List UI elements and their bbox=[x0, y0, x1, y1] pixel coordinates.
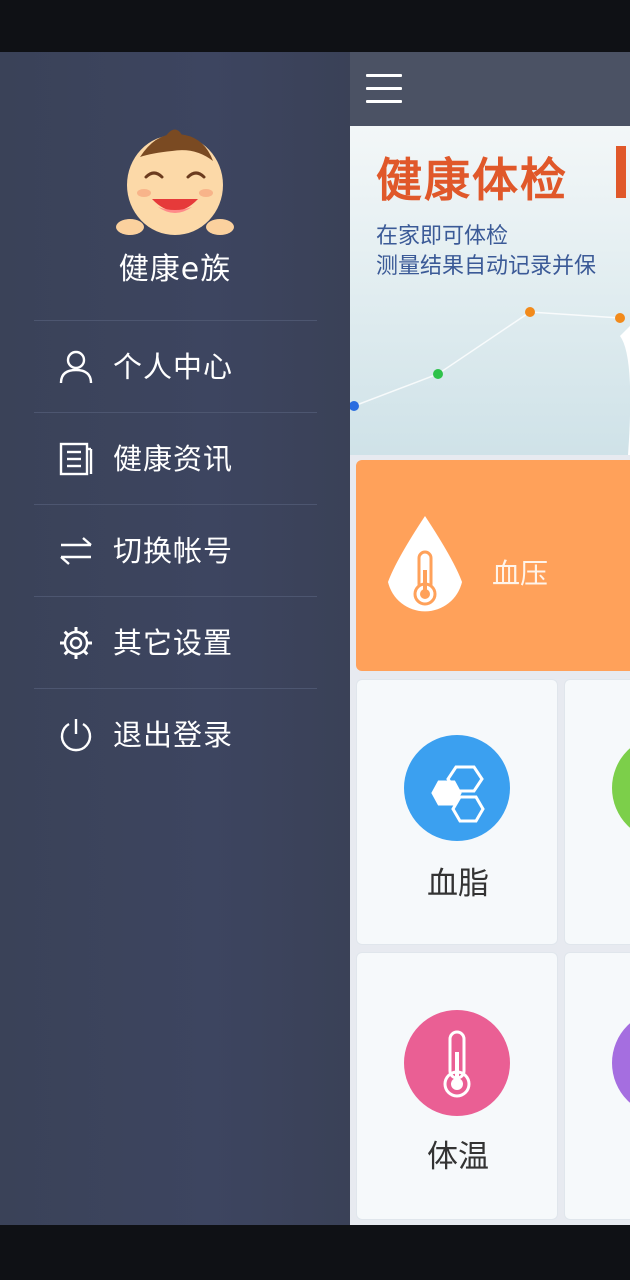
drawer-menu: 个人中心 健康资讯 切换帐号 其它设置 退出登录 bbox=[34, 320, 317, 780]
tile-label: 体温 bbox=[427, 1139, 489, 1175]
menu-item-switch-account[interactable]: 切换帐号 bbox=[34, 504, 317, 596]
gear-icon bbox=[60, 627, 92, 659]
tile-label: 血脂 bbox=[427, 866, 489, 902]
menu-item-label: 其它设置 bbox=[113, 626, 234, 660]
menu-item-personal-center[interactable]: 个人中心 bbox=[34, 320, 317, 412]
switch-icon bbox=[60, 537, 92, 565]
toolbar bbox=[350, 52, 630, 126]
menu-item-health-news[interactable]: 健康资讯 bbox=[34, 412, 317, 504]
tile-partial[interactable] bbox=[564, 679, 630, 945]
menu-item-label: 切换帐号 bbox=[113, 534, 234, 568]
avatar bbox=[116, 129, 234, 235]
tile-partial[interactable] bbox=[564, 952, 630, 1220]
main-content: 健康体检 在家即可体检 测量结果自动记录并保 血压 血脂 体温 bbox=[350, 52, 630, 1225]
navigation-bar bbox=[0, 1225, 630, 1280]
banner[interactable]: 健康体检 在家即可体检 测量结果自动记录并保 bbox=[350, 126, 630, 455]
menu-item-label: 退出登录 bbox=[113, 718, 234, 752]
thermometer-drop-icon bbox=[388, 516, 462, 612]
thermometer-icon bbox=[404, 1010, 510, 1116]
blood-lipid-tile[interactable]: 血脂 bbox=[356, 679, 558, 945]
menu-item-label: 个人中心 bbox=[113, 350, 234, 384]
power-icon bbox=[60, 719, 92, 752]
user-icon bbox=[59, 350, 93, 384]
tile-icon bbox=[612, 1010, 630, 1116]
molecule-icon bbox=[404, 735, 510, 841]
navigation-drawer: 健康e族 个人中心 健康资讯 切换帐号 其它设置 退出登录 bbox=[0, 52, 350, 1225]
tile-label: 血压 bbox=[492, 557, 549, 590]
banner-title: 健康体检 bbox=[376, 153, 568, 207]
blood-pressure-tile[interactable]: 血压 bbox=[356, 460, 630, 671]
menu-icon[interactable] bbox=[364, 72, 404, 106]
app-name: 健康e族 bbox=[118, 252, 232, 287]
menu-item-other-settings[interactable]: 其它设置 bbox=[34, 596, 317, 688]
banner-subtitle: 测量结果自动记录并保 bbox=[376, 254, 597, 279]
menu-item-label: 健康资讯 bbox=[113, 442, 234, 476]
status-bar bbox=[0, 0, 630, 52]
menu-item-logout[interactable]: 退出登录 bbox=[34, 688, 317, 780]
news-icon bbox=[59, 442, 93, 476]
tile-icon bbox=[612, 735, 630, 841]
temperature-tile[interactable]: 体温 bbox=[356, 952, 558, 1220]
banner-subtitle: 在家即可体检 bbox=[376, 224, 509, 249]
